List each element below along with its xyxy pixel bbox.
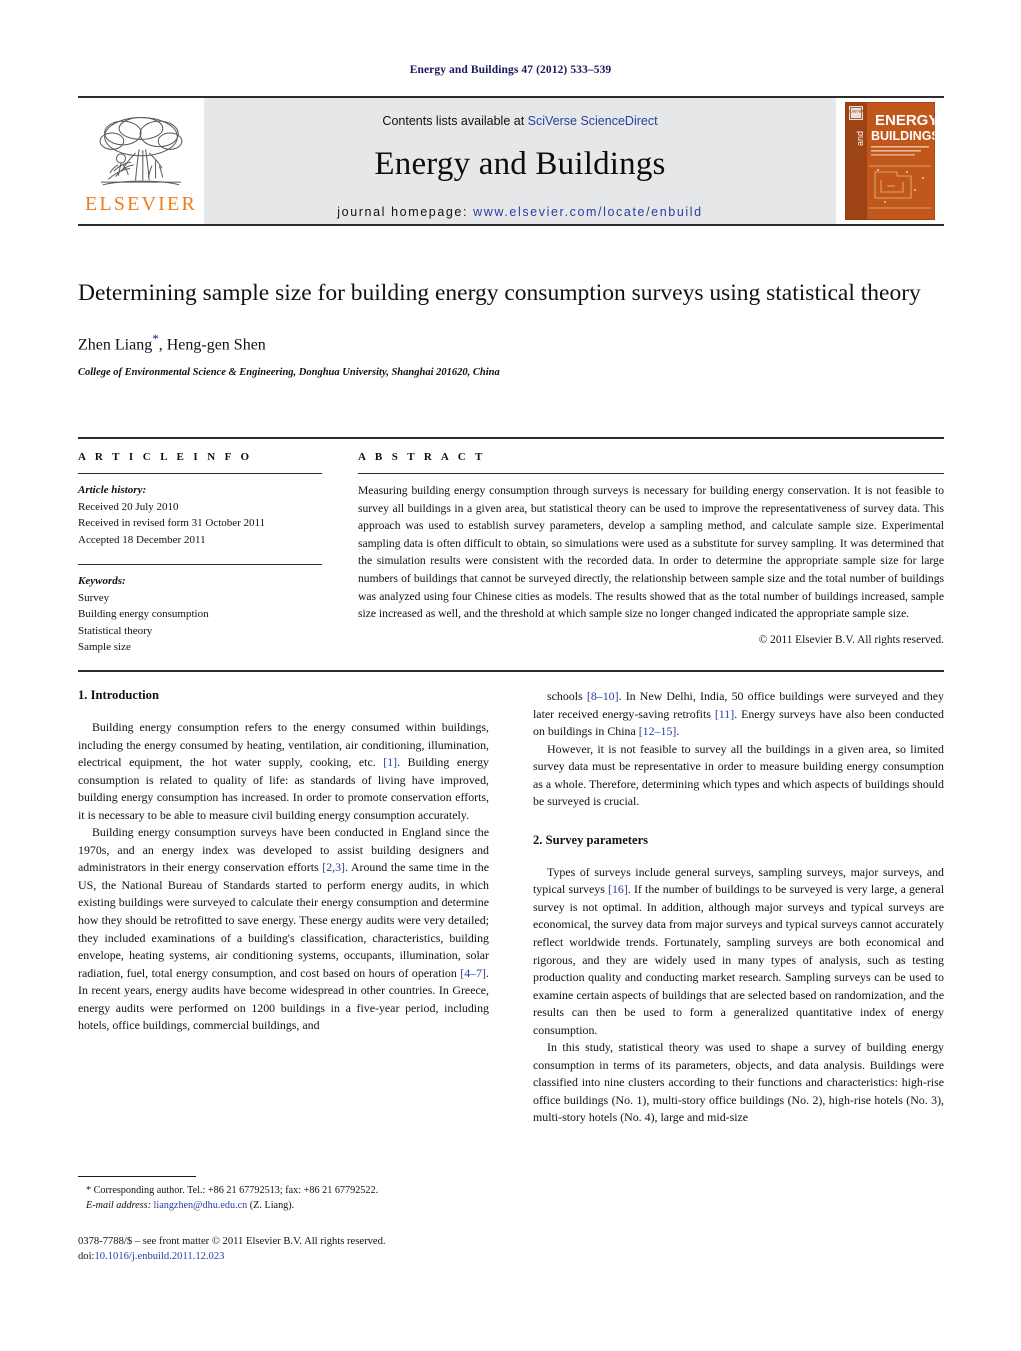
- affiliation: College of Environmental Science & Engin…: [78, 367, 500, 379]
- sciencedirect-link[interactable]: SciVerse ScienceDirect: [528, 114, 658, 128]
- page-title: Determining sample size for building ene…: [78, 280, 921, 306]
- journal-homepage-line: journal homepage: www.elsevier.com/locat…: [337, 205, 702, 219]
- abstract-copyright: © 2011 Elsevier B.V. All rights reserved…: [758, 633, 944, 646]
- article-history-label: Article history:: [78, 484, 147, 496]
- section-heading-survey-parameters: 2. Survey parameters: [533, 832, 649, 847]
- footnote-block: * Corresponding author. Tel.: +86 21 677…: [78, 1176, 489, 1264]
- email-label: E-mail address:: [86, 1199, 151, 1211]
- contents-prefix: Contents lists available at: [382, 114, 528, 128]
- svg-text:ENERGY: ENERGY: [875, 112, 935, 129]
- keyword-item: Statistical theory: [78, 624, 153, 637]
- abstract-text: Measuring building energy consumption th…: [358, 484, 944, 621]
- history-item: Received 20 July 2010: [78, 500, 179, 513]
- journal-article-page: Energy and Buildings 47 (2012) 533–539 E…: [0, 0, 1021, 1351]
- doi-label: doi:: [78, 1250, 95, 1262]
- email-link[interactable]: liangzhen@dhu.edu.cn: [154, 1200, 248, 1211]
- journal-homepage-link[interactable]: www.elsevier.com/locate/enbuild: [473, 205, 703, 219]
- keyword-item: Survey: [78, 591, 110, 604]
- homepage-label: journal homepage:: [337, 205, 469, 219]
- citation-link[interactable]: [12–15]: [639, 724, 677, 738]
- issn-doi-block: 0378-7788/$ – see front matter © 2011 El…: [78, 1234, 489, 1265]
- article-info-column: A R T I C L E I N F O Article history: R…: [78, 451, 340, 656]
- footnote-rule: [78, 1176, 196, 1177]
- contents-available-line: Contents lists available at SciVerse Sci…: [382, 114, 657, 128]
- body-column-right: schools [8–10]. In New Delhi, India, 50 …: [533, 688, 944, 1268]
- running-head: Energy and Buildings 47 (2012) 533–539: [409, 64, 612, 76]
- paragraph: Building energy consumption refers to th…: [78, 720, 489, 822]
- history-item: Received in revised form 31 October 2011: [78, 517, 266, 529]
- citation-link[interactable]: [2,3]: [322, 860, 345, 874]
- svg-text:ELSEVIER: ELSEVIER: [848, 110, 865, 114]
- keyword-item: Building energy consumption: [78, 608, 209, 620]
- keywords-rule: [78, 564, 322, 565]
- citation-link[interactable]: [8–10]: [587, 689, 619, 703]
- abstract-rule: [358, 473, 944, 474]
- email-line: E-mail address: liangzhen@dhu.edu.cn (Z.…: [78, 1199, 489, 1214]
- article-info-heading: A R T I C L E I N F O: [78, 451, 253, 463]
- journal-title: Energy and Buildings: [374, 146, 666, 182]
- keyword-item: Sample size: [78, 641, 131, 653]
- email-suffix: (Z. Liang).: [249, 1199, 295, 1211]
- journal-cover-thumbnail: ELSEVIER ENERGY and BUILDINGS: [845, 102, 935, 220]
- paragraph: In this study, statistical theory was us…: [533, 1040, 944, 1125]
- paragraph: schools [8–10]. In New Delhi, India, 50 …: [533, 689, 945, 739]
- title-block: Determining sample size for building ene…: [78, 278, 944, 378]
- elsevier-wordmark: ELSEVIER: [84, 192, 198, 215]
- section-heading-introduction: 1. Introduction: [78, 688, 159, 702]
- elsevier-tree-icon: [99, 116, 183, 185]
- history-item: Accepted 18 December 2011: [78, 533, 206, 546]
- journal-cover-art: ELSEVIER ENERGY and BUILDINGS: [845, 102, 935, 220]
- paragraph: Types of surveys include general surveys…: [533, 864, 944, 1037]
- journal-masthead: ELSEVIER Contents lists available at Sci…: [78, 96, 944, 226]
- keywords-group: Keywords: Survey Building energy consump…: [78, 573, 322, 656]
- paragraph: However, it is not feasible to survey al…: [533, 741, 944, 809]
- elsevier-logo: ELSEVIER: [78, 98, 204, 224]
- corresponding-author-note: * Corresponding author. Tel.: +86 21 677…: [78, 1184, 489, 1214]
- keywords-label: Keywords:: [78, 575, 126, 587]
- article-history-group: Article history: Received 20 July 2010 R…: [78, 482, 322, 548]
- author-list: Zhen Liang*, Heng-gen Shen: [78, 331, 944, 354]
- citation-link[interactable]: [4–7]: [460, 966, 486, 980]
- issn-line: 0378-7788/$ – see front matter © 2011 El…: [78, 1235, 386, 1247]
- paragraph: Building energy consumption surveys have…: [78, 825, 489, 1033]
- citation-link[interactable]: [16]: [608, 882, 628, 896]
- citation-link[interactable]: [1]: [383, 755, 397, 769]
- info-abstract-band: A R T I C L E I N F O Article history: R…: [78, 437, 944, 672]
- svg-text:and: and: [855, 131, 865, 146]
- corresponding-author-line: * Corresponding author. Tel.: +86 21 677…: [86, 1185, 379, 1196]
- abstract-column: A B S T R A C T Measuring building energ…: [340, 451, 944, 656]
- doi-line: doi:10.1016/j.enbuild.2011.12.023: [78, 1249, 489, 1264]
- author-rest: , Heng-gen Shen: [158, 336, 266, 354]
- article-info-rule: [78, 473, 322, 474]
- svg-text:BUILDINGS: BUILDINGS: [871, 129, 935, 143]
- author-first: Zhen Liang: [78, 336, 153, 354]
- masthead-center: Contents lists available at SciVerse Sci…: [204, 98, 836, 224]
- abstract-heading: A B S T R A C T: [358, 451, 486, 463]
- journal-cover-cell: ELSEVIER ENERGY and BUILDINGS: [836, 98, 944, 224]
- doi-link[interactable]: 10.1016/j.enbuild.2011.12.023: [94, 1251, 224, 1262]
- citation-link[interactable]: [11]: [715, 707, 734, 721]
